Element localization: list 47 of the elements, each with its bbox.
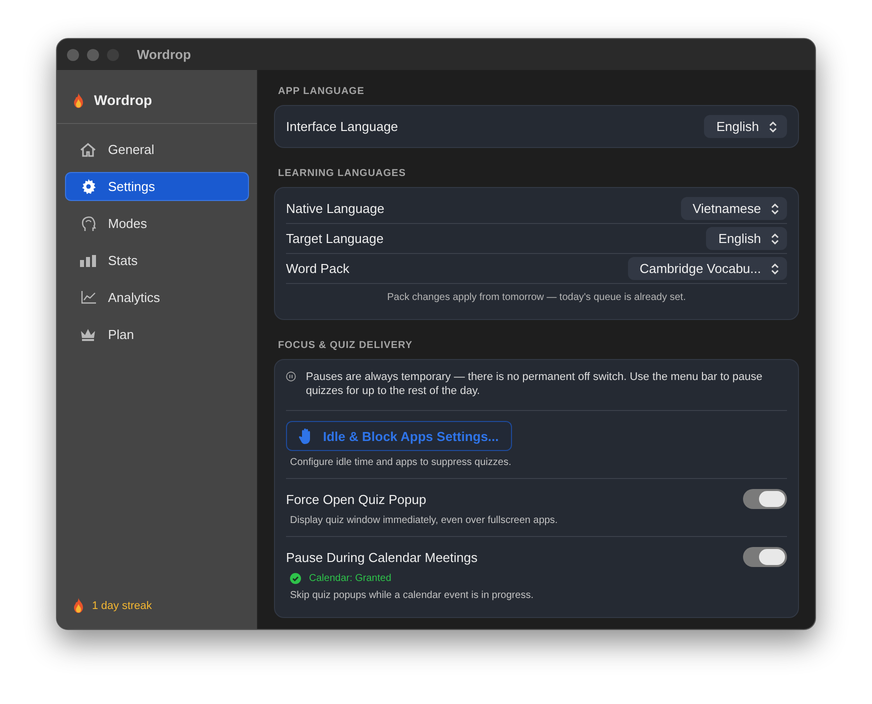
crown-icon <box>80 328 96 341</box>
setting-label: Target Language <box>286 231 384 246</box>
language-dropdown[interactable]: English <box>704 115 787 138</box>
sidebar-item[interactable]: Plan <box>65 320 249 349</box>
bar-chart-icon <box>80 254 96 266</box>
minimize-button[interactable] <box>87 48 99 60</box>
info-text: Pauses are always temporary — there is no permanent off switch. Use the menu bar to pause quizzes for up to the rest of the day. <box>306 370 764 398</box>
toggle-switch[interactable] <box>743 489 787 509</box>
language-dropdown[interactable]: Cambridge Vocabu... <box>628 257 787 280</box>
chevron-updown-icon <box>771 262 779 274</box>
section-title: FOCUS & QUIZ DELIVERY <box>277 340 414 353</box>
pack-note: Pack changes apply from tomorrow — today's queue is already set. <box>386 291 687 305</box>
setting-label: Native Language <box>286 201 384 216</box>
chevron-updown-icon <box>769 120 777 132</box>
section-title: APP LANGUAGE <box>277 86 366 99</box>
setting-label: Force Open Quiz Popup <box>286 492 426 506</box>
pause-icon <box>286 370 296 383</box>
chevron-updown-icon <box>771 202 779 214</box>
chevron-updown-icon <box>771 232 779 244</box>
house-icon <box>80 142 96 156</box>
window-title: Wordrop <box>137 47 191 62</box>
language-dropdown[interactable]: Vietnamese <box>680 197 787 220</box>
flame-icon <box>73 92 84 108</box>
check-circle-icon <box>290 573 301 584</box>
streak-label: 1 day streak <box>92 600 152 612</box>
setting-label: Pause During Calendar Meetings <box>286 550 478 564</box>
gear-icon <box>80 179 96 194</box>
sidebar-item[interactable]: Modes <box>65 209 249 238</box>
sidebar-item[interactable]: Settings <box>65 172 249 201</box>
app-name: Wordrop <box>94 92 152 108</box>
sidebar-item[interactable]: Stats <box>65 246 249 275</box>
setting-label: Word Pack <box>286 261 350 276</box>
permission-status: Calendar: Granted <box>309 573 392 584</box>
head-icon <box>80 216 96 232</box>
caption: Skip quiz popups while a calendar event is in progress. <box>289 589 534 601</box>
flame-icon <box>73 598 84 613</box>
language-dropdown[interactable]: English <box>706 227 787 250</box>
sidebar-item[interactable]: Analytics <box>65 283 249 312</box>
hand-icon <box>299 428 313 444</box>
setting-label: Interface Language <box>286 119 398 134</box>
caption: Display quiz window immediately, even over fullscreen apps. <box>289 514 559 526</box>
line-chart-icon <box>80 291 96 304</box>
toggle-switch[interactable] <box>743 547 787 567</box>
close-button[interactable] <box>67 48 79 60</box>
sidebar-item[interactable]: General <box>65 135 249 164</box>
caption: Configure idle time and apps to suppress quizzes. <box>289 456 512 468</box>
section-title: LEARNING LANGUAGES <box>277 168 407 181</box>
